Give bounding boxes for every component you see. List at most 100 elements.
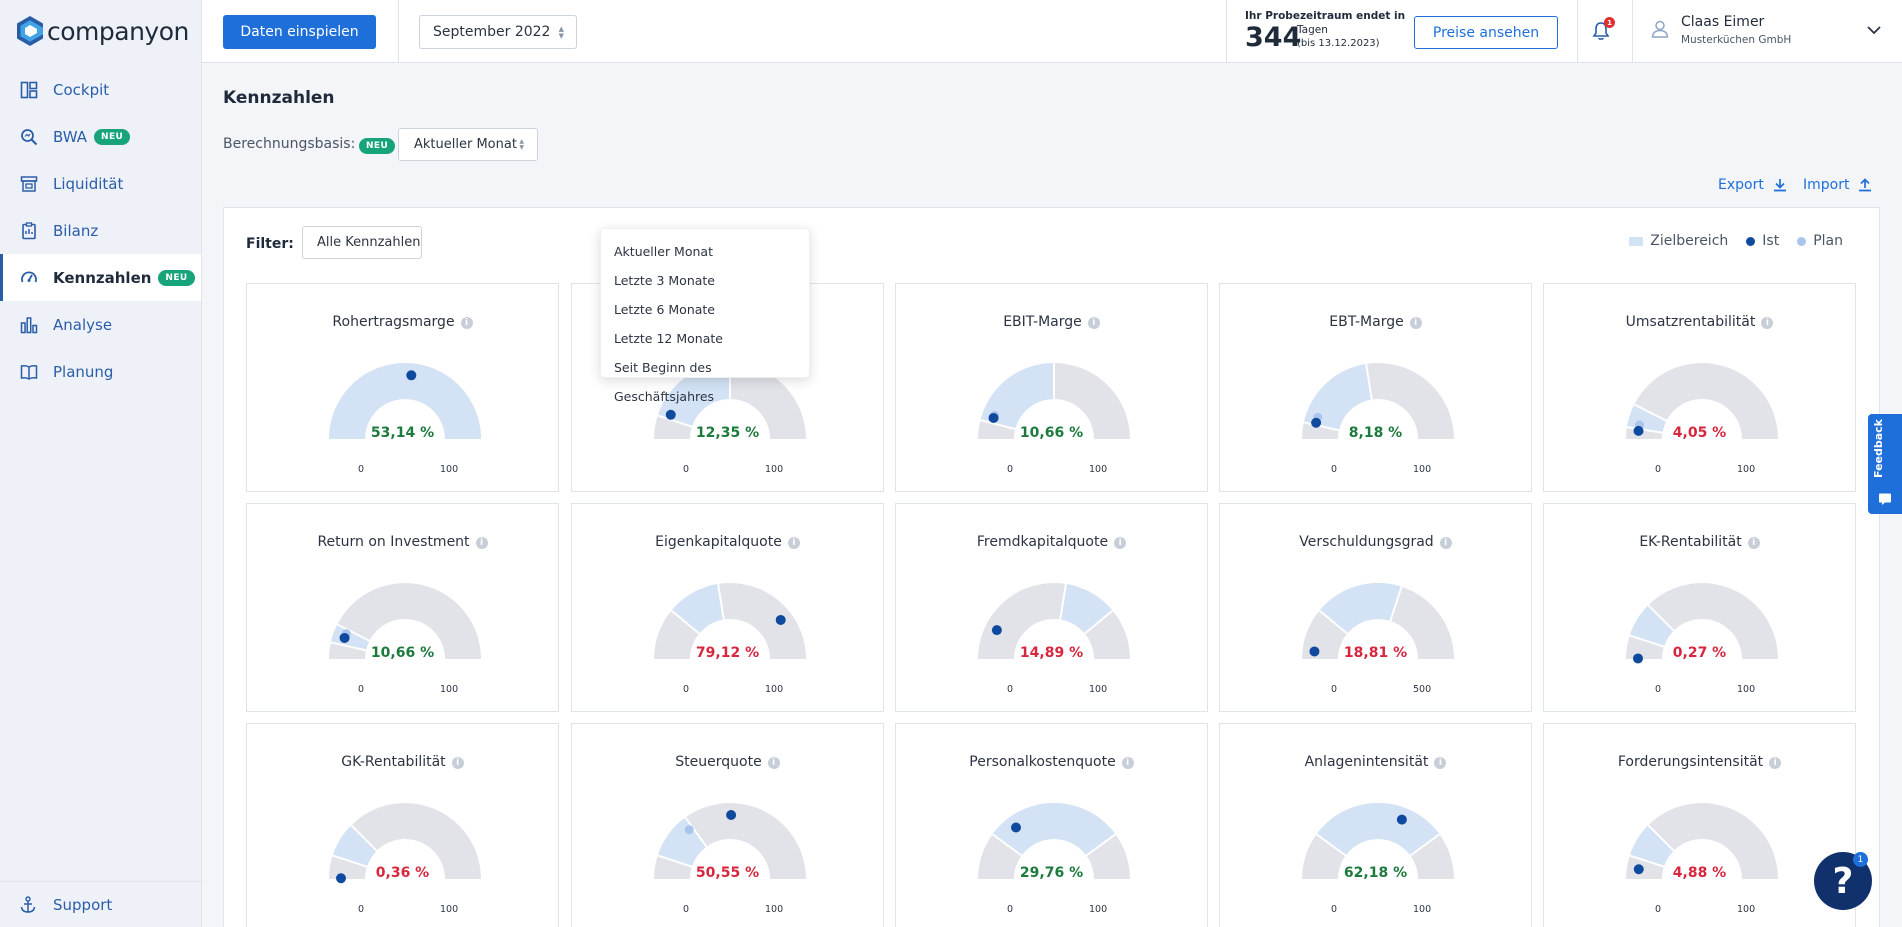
kpi-card[interactable]: Rohertragsmarge i 53,14 % 0 100	[246, 283, 559, 492]
kpi-card[interactable]: Verschuldungsgrad i 18,81 % 0 500	[1219, 503, 1532, 712]
sidebar-item-planung[interactable]: Planung	[0, 348, 201, 395]
calculation-basis-select[interactable]: Aktueller Monat ▲ ▼	[398, 128, 538, 161]
kpi-card[interactable]: GK-Rentabilität i 0,36 % 0 100	[246, 723, 559, 927]
kpi-card[interactable]: EBT-Marge i 8,18 % 0 100	[1219, 283, 1532, 492]
kpi-title: Fremdkapitalquote i	[896, 534, 1207, 550]
gauge-min-label: 0	[358, 464, 365, 475]
info-icon[interactable]: i	[451, 757, 464, 769]
info-icon[interactable]: i	[1121, 757, 1134, 769]
kpi-value: 0,27 %	[1672, 645, 1727, 661]
info-icon[interactable]: i	[460, 317, 473, 329]
kpi-card[interactable]: Fremdkapitalquote i 14,89 % 0 100	[895, 503, 1208, 712]
info-icon[interactable]: i	[1434, 757, 1447, 769]
upload-icon	[1859, 178, 1872, 192]
kpi-title: Verschuldungsgrad i	[1220, 534, 1531, 550]
kpi-name: Fremdkapitalquote	[976, 534, 1109, 550]
dropdown-option-last-3-months[interactable]: Letzte 3 Monate	[601, 266, 809, 295]
legend-plan: Plan	[1797, 233, 1843, 249]
sidebar-item-label: Analyse	[53, 315, 113, 334]
filter-select[interactable]: Alle Kennzahlen	[302, 226, 422, 259]
export-link[interactable]: Export	[1718, 177, 1788, 193]
legend-actual: Ist	[1746, 233, 1779, 249]
kpi-name: EBT-Marge	[1329, 314, 1404, 330]
feedback-tab[interactable]: Feedback	[1868, 414, 1902, 514]
gauge-min-label: 0	[1331, 684, 1338, 695]
kpi-gauge	[1625, 363, 1778, 439]
kpi-title: EK-Rentabilität i	[1544, 534, 1855, 550]
app-logo[interactable]: companyon	[0, 0, 201, 62]
kpi-value: 8,18 %	[1348, 425, 1403, 441]
chevron-down-icon[interactable]	[1866, 22, 1882, 38]
info-icon[interactable]: i	[1747, 537, 1760, 549]
info-icon[interactable]: i	[787, 537, 800, 549]
info-icon[interactable]: i	[1439, 537, 1452, 549]
info-icon[interactable]: i	[767, 757, 780, 769]
gauge-max-label: 100	[765, 464, 784, 475]
view-prices-button[interactable]: Preise ansehen	[1414, 16, 1558, 49]
import-label: Import	[1803, 177, 1850, 193]
legend-label: Zielbereich	[1650, 233, 1729, 249]
dropdown-option-since-fiscal-year-start[interactable]: Seit Beginn des Geschäftsjahres	[601, 353, 809, 404]
sidebar-item-cockpit[interactable]: Cockpit	[0, 66, 201, 113]
sidebar-item-bwa[interactable]: BWA NEU	[0, 113, 201, 160]
gauge-min-label: 0	[358, 684, 365, 695]
plan-dot-icon	[1797, 236, 1807, 246]
sidebar-item-bilanz[interactable]: Bilanz	[0, 207, 201, 254]
kpi-card[interactable]: Forderungsintensität i 4,88 % 0 100	[1543, 723, 1856, 927]
gauge-min-label: 0	[1007, 464, 1014, 475]
kpi-value: 50,55 %	[695, 865, 760, 881]
sidebar-item-kennzahlen[interactable]: Kennzahlen NEU	[0, 254, 201, 301]
gauge-plan-marker	[684, 825, 694, 835]
info-icon[interactable]: i	[1114, 537, 1127, 549]
sidebar-item-label: Bilanz	[53, 221, 99, 240]
new-badge: NEU	[359, 138, 396, 154]
kpi-value: 18,81 %	[1343, 645, 1408, 661]
trial-until: (bis 13.12.2023)	[1297, 38, 1380, 49]
kpi-title: Steuerquote i	[572, 754, 883, 770]
import-data-button[interactable]: Daten einspielen	[223, 15, 376, 49]
kpi-card[interactable]: EBIT-Marge i 10,66 % 0 100	[895, 283, 1208, 492]
import-link[interactable]: Import	[1803, 177, 1873, 193]
dropdown-option-current-month[interactable]: Aktueller Monat	[601, 237, 809, 266]
gauge-max-label: 100	[1413, 464, 1432, 475]
kpi-value: 4,05 %	[1672, 425, 1727, 441]
kpi-card[interactable]: Umsatzrentabilität i 4,05 % 0 100	[1543, 283, 1856, 492]
kpi-value: 62,18 %	[1343, 865, 1408, 881]
kpi-card[interactable]: Steuerquote i 50,55 % 0 100	[571, 723, 884, 927]
kpi-name: Return on Investment	[317, 534, 470, 550]
dropdown-option-last-12-months[interactable]: Letzte 12 Monate	[601, 324, 809, 353]
info-icon[interactable]: i	[1761, 317, 1774, 329]
kpi-card[interactable]: Personalkostenquote i 29,76 % 0 100	[895, 723, 1208, 927]
app-name: companyon	[47, 16, 189, 46]
user-name[interactable]: Claas Eimer	[1681, 14, 1764, 30]
kpi-card[interactable]: Anlagenintensität i 62,18 % 0 100	[1219, 723, 1532, 927]
companyon-logo-icon	[17, 16, 43, 46]
gauge-max-label: 100	[765, 684, 784, 695]
sidebar-item-analyse[interactable]: Analyse	[0, 301, 201, 348]
info-icon[interactable]: i	[1409, 317, 1422, 329]
info-icon[interactable]: i	[1769, 757, 1782, 769]
kpi-gauge	[329, 363, 481, 439]
kpi-card[interactable]: Eigenkapitalquote i 79,12 % 0 100	[571, 503, 884, 712]
kpi-card[interactable]: EK-Rentabilität i 0,27 % 0 100	[1543, 503, 1856, 712]
info-icon[interactable]: i	[1087, 317, 1100, 329]
info-icon[interactable]: i	[475, 537, 488, 549]
kpi-name: GK-Rentabilität	[341, 754, 446, 770]
kpi-title: Forderungsintensität i	[1544, 754, 1855, 770]
user-icon	[1651, 20, 1669, 38]
dropdown-option-last-6-months[interactable]: Letzte 6 Monate	[601, 295, 809, 324]
notification-badge: 1	[1604, 17, 1615, 28]
search-icon	[19, 127, 39, 147]
gauge-min-label: 0	[1655, 684, 1662, 695]
kpi-card[interactable]: Return on Investment i 10,66 % 0 100	[246, 503, 559, 712]
divider	[1632, 0, 1633, 63]
sidebar-item-liquiditaet[interactable]: Liquidität	[0, 160, 201, 207]
filter-value: Alle Kennzahlen	[317, 235, 421, 250]
sidebar-item-support[interactable]: Support	[0, 881, 201, 927]
month-select[interactable]: September 2022 ▲ ▼	[419, 15, 577, 49]
kpi-gauge	[1626, 803, 1778, 879]
kpi-name: Personalkostenquote	[969, 754, 1116, 770]
kpi-gauge	[654, 582, 806, 659]
gauge-max-label: 100	[1089, 464, 1108, 475]
kpi-gauge	[654, 803, 806, 879]
